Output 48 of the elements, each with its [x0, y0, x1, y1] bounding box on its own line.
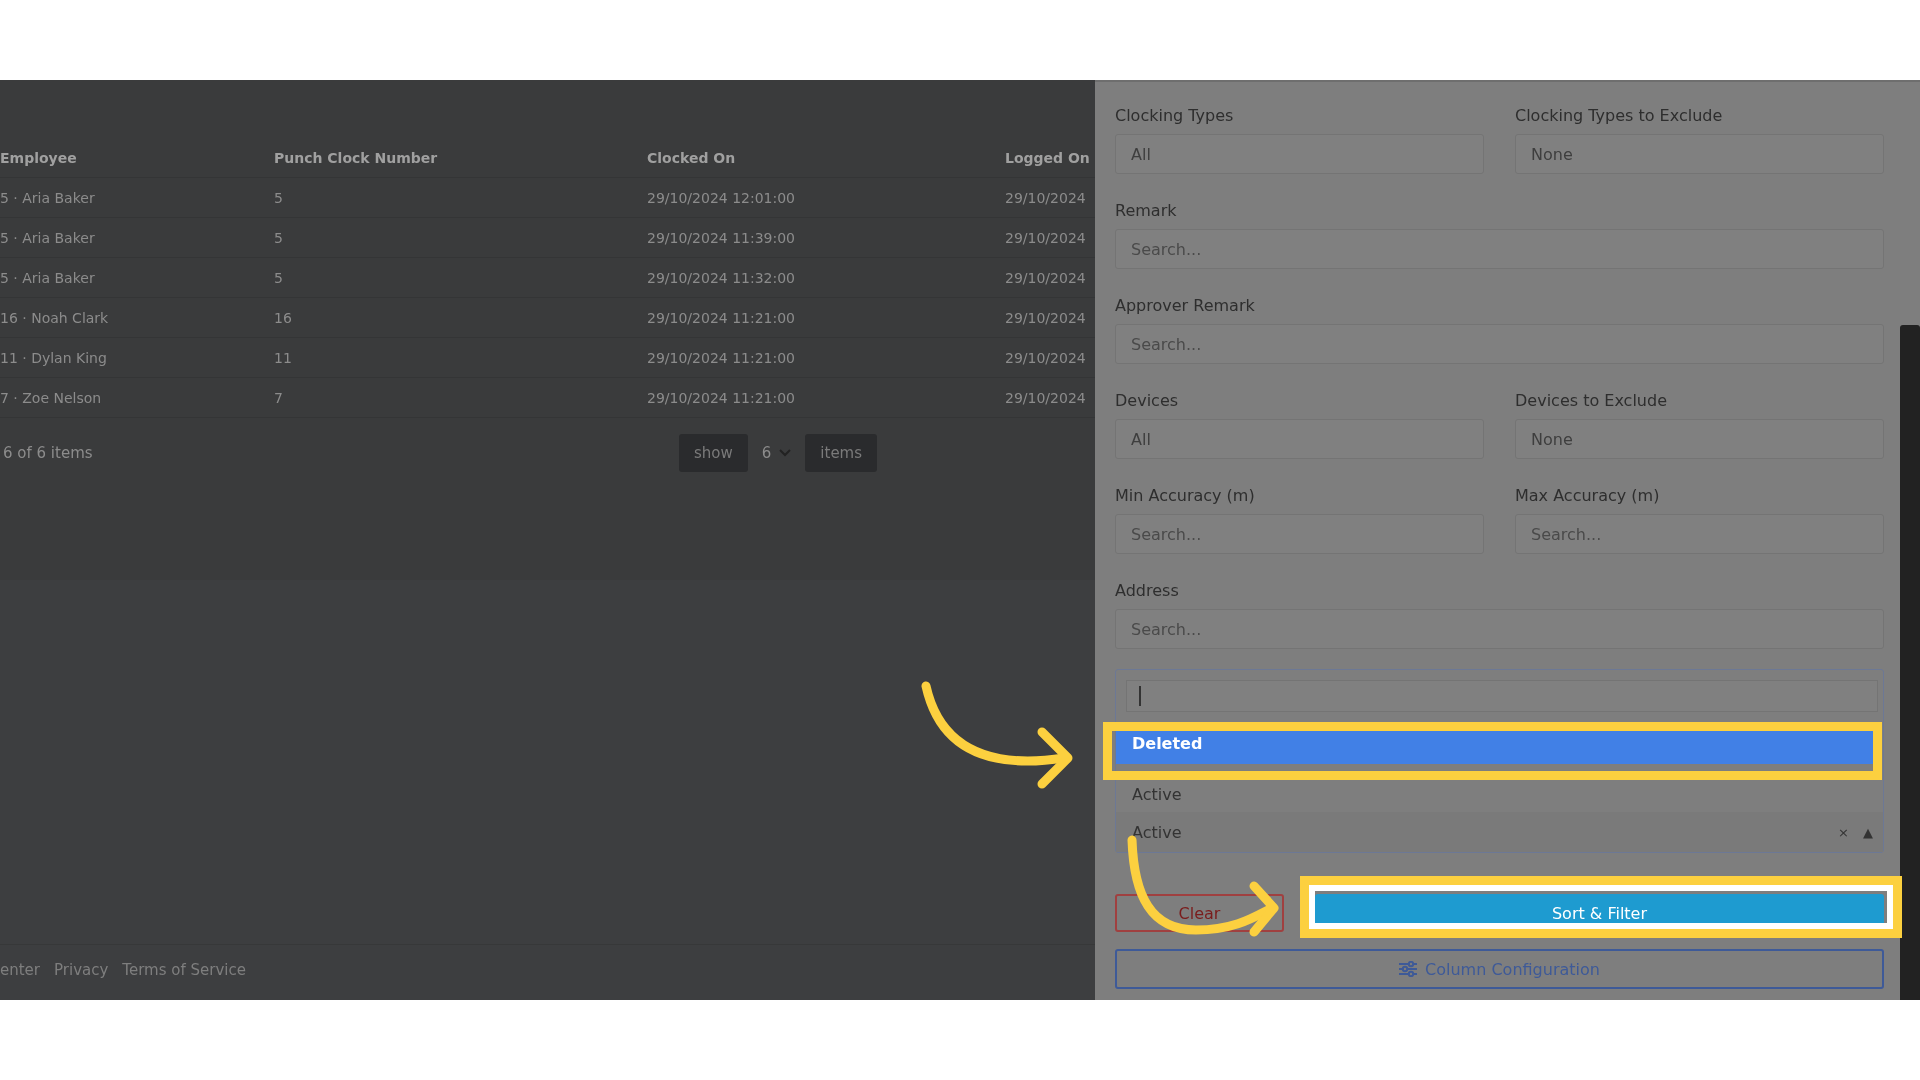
select-value: Active: [1132, 822, 1183, 842]
field-label: Min Accuracy (m): [1115, 486, 1256, 505]
column-header[interactable]: Punch Clock Number: [274, 138, 647, 178]
clear-icon[interactable]: ×: [1838, 824, 1849, 840]
table-cell: 11 · Dylan King: [0, 338, 274, 378]
table-cell: 29/10/2024 12:01:00: [647, 178, 1005, 218]
field-label: Clocking Types: [1115, 106, 1235, 125]
table-cell: 7 · Zoe Nelson: [0, 378, 274, 418]
table-cell: 29/10/2024 11:21:00: [647, 338, 1005, 378]
table-cell: 29/10/2024 11:32:00: [647, 258, 1005, 298]
table-cell: 5: [274, 178, 647, 218]
table-cell: 11: [274, 338, 647, 378]
status-select[interactable]: Deleted Active Active × ▲: [1115, 669, 1884, 853]
sliders-icon: [1399, 961, 1418, 977]
footer-link[interactable]: Terms of Service: [122, 960, 246, 979]
caret-icon[interactable]: ▲: [1863, 824, 1873, 840]
footer-link[interactable]: enter: [0, 960, 40, 979]
column-header[interactable]: Employee: [0, 138, 274, 178]
input-field[interactable]: All: [1115, 419, 1484, 459]
table-cell: 16: [274, 298, 647, 338]
column-configuration-button[interactable]: Column Configuration: [1115, 949, 1884, 989]
field-label: Address: [1115, 581, 1180, 600]
table-cell: 5 · Aria Baker: [0, 218, 274, 258]
table-cell: 29/10/2024 11:39:00: [647, 218, 1005, 258]
field-label: Max Accuracy (m): [1515, 486, 1661, 505]
table-cell: 5 · Aria Baker: [0, 258, 274, 298]
item-count: 6 of 6 items: [2, 444, 94, 462]
input-field[interactable]: All: [1115, 134, 1484, 174]
table-cell: 5: [274, 258, 647, 298]
footer-link[interactable]: Privacy: [54, 960, 109, 979]
table-cell: 29/10/2024 11:21:00: [647, 378, 1005, 418]
input-field[interactable]: None: [1515, 134, 1884, 174]
column-header[interactable]: Clocked On: [647, 138, 1005, 178]
clear-button[interactable]: Clear: [1115, 894, 1284, 932]
field-label: Remark: [1115, 201, 1178, 220]
input-field[interactable]: None: [1515, 419, 1884, 459]
table-cell: 16 · Noah Clark: [0, 298, 274, 338]
items-label: items: [805, 434, 878, 472]
table-cell: 7: [274, 378, 647, 418]
field-label: Devices: [1115, 391, 1180, 410]
table-cell: 5: [274, 218, 647, 258]
field-label: Devices to Exclude: [1515, 391, 1668, 410]
chevron-down-icon: [779, 449, 792, 457]
table-cell: 29/10/2024 11:21:00: [647, 298, 1005, 338]
field-label: Approver Remark: [1115, 296, 1256, 315]
table-cell: 5 · Aria Baker: [0, 178, 274, 218]
show-label: show: [679, 434, 748, 472]
field-label: Clocking Types to Exclude: [1515, 106, 1724, 125]
